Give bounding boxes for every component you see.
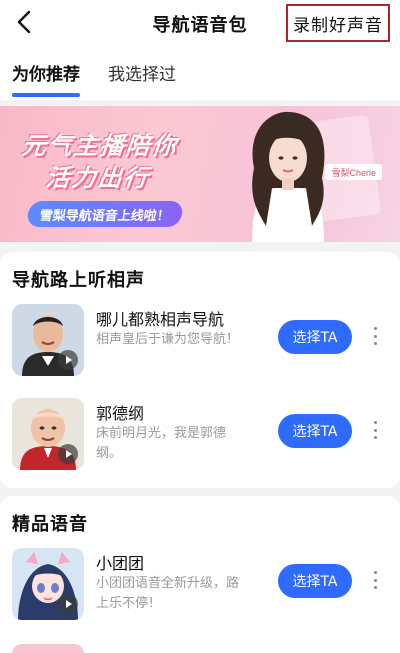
select-voice-button[interactable]: 选择TA [278,414,352,448]
more-options-icon[interactable] [370,418,380,442]
list-item[interactable]: 郭德纲 床前明月光，我是郭德纲。 选择TA [0,398,400,484]
section-title: 精品语音 [12,514,88,535]
back-arrow-icon[interactable] [10,8,38,36]
list-item[interactable]: 小团团 小团团语音全新升级，路上乐不停！ 选择TA [0,548,400,634]
item-description: 相声皇后于谦为您导航！ [96,332,240,347]
item-name: 郭德纲 [96,404,145,423]
tab-my-choices[interactable]: 我选择过 [108,60,176,93]
partial-avatar [12,644,84,653]
section-title: 导航路上听相声 [12,270,145,291]
banner-name-tag: 雪梨Cherie [325,164,382,180]
banner-headline-1: 元气主播陪你 [20,132,180,160]
header: 导航语音包 录制好声音 [0,0,400,46]
top-bar: 导航语音包 录制好声音 为你推荐 我选择过 [0,0,400,100]
item-name: 哪儿都熟相声导航 [96,310,225,329]
tab-bar: 为你推荐 我选择过 [12,60,176,97]
avatar [12,398,84,470]
play-icon[interactable] [58,594,78,614]
item-name: 小团团 [96,554,145,573]
banner-subtitle-pill: 雪梨导航语音上线啦！ [26,201,184,227]
more-options-icon[interactable] [370,324,380,348]
section-premium-voices: 精品语音 小团团 小团团语音全新升级，路上乐不停！ 选择TA [0,496,400,653]
item-description: 床前明月光，我是郭德纲。 [96,426,227,461]
list-item[interactable]: 哪儿都熟相声导航 相声皇后于谦为您导航！ 选择TA [0,304,400,390]
record-voice-button[interactable]: 录制好声音 [286,4,390,42]
tab-my-choices-label: 我选择过 [108,65,176,85]
active-tab-indicator [12,93,80,97]
tab-recommended[interactable]: 为你推荐 [12,60,80,97]
play-icon[interactable] [58,350,78,370]
play-icon[interactable] [58,444,78,464]
avatar [12,304,84,376]
select-voice-button[interactable]: 选择TA [278,564,352,598]
promo-banner[interactable]: 元气主播陪你 活力出行 雪梨导航语音上线啦！ 雪梨Cherie [0,106,400,242]
more-options-icon[interactable] [370,568,380,592]
select-voice-button[interactable]: 选择TA [278,320,352,354]
avatar [12,548,84,620]
section-crosstalk: 导航路上听相声 哪儿都熟相声导航 相声皇后于谦为您导航！ 选择TA 郭德纲 床前… [0,252,400,488]
item-description: 小团团语音全新升级，路上乐不停！ [96,576,240,611]
tab-recommended-label: 为你推荐 [12,65,80,85]
banner-headline-2: 活力出行 [44,164,152,192]
